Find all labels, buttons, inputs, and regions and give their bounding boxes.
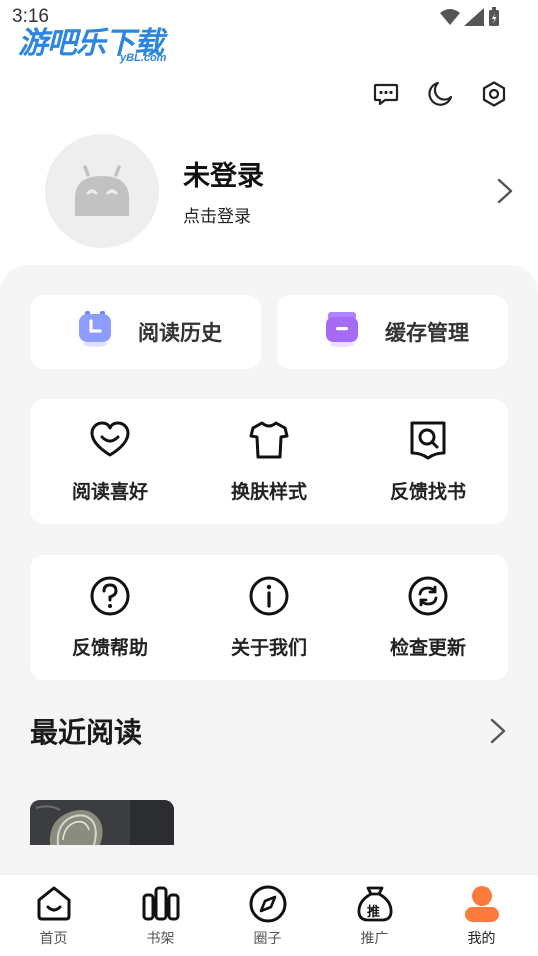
feature-grid-2: 反馈帮助 关于我们 检查更新	[30, 555, 508, 680]
feedback-help-label: 反馈帮助	[71, 637, 148, 659]
login-prompt[interactable]: 点击登录	[183, 202, 251, 227]
promote-badge-text: 推	[367, 905, 381, 920]
avatar[interactable]	[45, 134, 159, 248]
refresh-icon	[408, 576, 448, 616]
nav-bookshelf-label: 书架	[146, 931, 175, 947]
chevron-right-icon[interactable]	[495, 176, 515, 206]
feature-grid-1: 阅读喜好 换肤样式 反馈找书	[30, 399, 508, 524]
nav-promote-label: 推广	[360, 931, 389, 947]
nav-bookshelf[interactable]: 书架	[107, 875, 214, 956]
skin-style-label: 换肤样式	[230, 481, 307, 503]
compass-icon	[249, 885, 287, 923]
book-search-icon	[410, 421, 446, 460]
settings-icon[interactable]	[480, 80, 508, 108]
help-icon	[90, 576, 130, 616]
tshirt-icon	[249, 421, 289, 459]
recent-reading-title: 最近阅读	[30, 716, 143, 749]
message-icon[interactable]	[372, 80, 400, 108]
android-avatar-icon	[75, 165, 129, 216]
about-us-label: 关于我们	[230, 637, 307, 659]
nav-promote[interactable]: 推 推广	[321, 875, 428, 956]
feedback-find-book-label: 反馈找书	[389, 481, 466, 503]
history-clock-icon	[79, 311, 111, 347]
top-actions	[372, 80, 508, 108]
battery-icon	[489, 7, 499, 26]
moon-icon[interactable]	[426, 80, 454, 108]
profile-name: 未登录	[183, 161, 264, 192]
info-icon	[249, 576, 289, 616]
bookshelf-icon	[142, 886, 180, 921]
wifi-icon	[440, 9, 460, 25]
heart-smile-icon	[90, 421, 130, 457]
nav-home-label: 首页	[39, 931, 68, 947]
feedback-find-book-button[interactable]: 反馈找书	[348, 399, 508, 524]
cache-management-label: 缓存管理	[385, 321, 469, 345]
status-icons	[440, 7, 500, 27]
reading-preference-button[interactable]: 阅读喜好	[30, 399, 190, 524]
nav-home[interactable]: 首页	[0, 875, 107, 956]
home-icon	[37, 886, 71, 921]
feedback-help-button[interactable]: 反馈帮助	[30, 555, 190, 680]
watermark-logo: 游吧乐下载 yBL.com	[18, 14, 188, 66]
nav-circle[interactable]: 圈子	[214, 875, 321, 956]
nav-circle-label: 圈子	[253, 931, 282, 947]
check-update-button[interactable]: 检查更新	[348, 555, 508, 680]
signal-icon	[464, 8, 484, 26]
profile-header[interactable]: 未登录 点击登录	[45, 134, 515, 248]
reading-history-label: 阅读历史	[138, 321, 222, 345]
cache-management-button[interactable]: 缓存管理	[277, 295, 508, 369]
check-update-label: 检查更新	[389, 637, 466, 659]
about-us-button[interactable]: 关于我们	[189, 555, 349, 680]
reading-preference-label: 阅读喜好	[71, 481, 148, 503]
skin-style-button[interactable]: 换肤样式	[189, 399, 349, 524]
book-cover-art	[30, 800, 174, 845]
nav-profile-label: 我的	[467, 931, 496, 947]
cache-box-icon	[326, 312, 358, 347]
profile-icon	[465, 886, 499, 922]
watermark-subtext: yBL.com	[120, 52, 167, 64]
chevron-right-icon[interactable]	[488, 716, 508, 746]
nav-profile[interactable]: 我的	[428, 875, 535, 956]
bottom-nav: 首页 书架 圈子 推 推广 我的	[0, 874, 538, 956]
reading-history-button[interactable]: 阅读历史	[30, 295, 261, 369]
recent-book-cover[interactable]	[30, 800, 174, 845]
